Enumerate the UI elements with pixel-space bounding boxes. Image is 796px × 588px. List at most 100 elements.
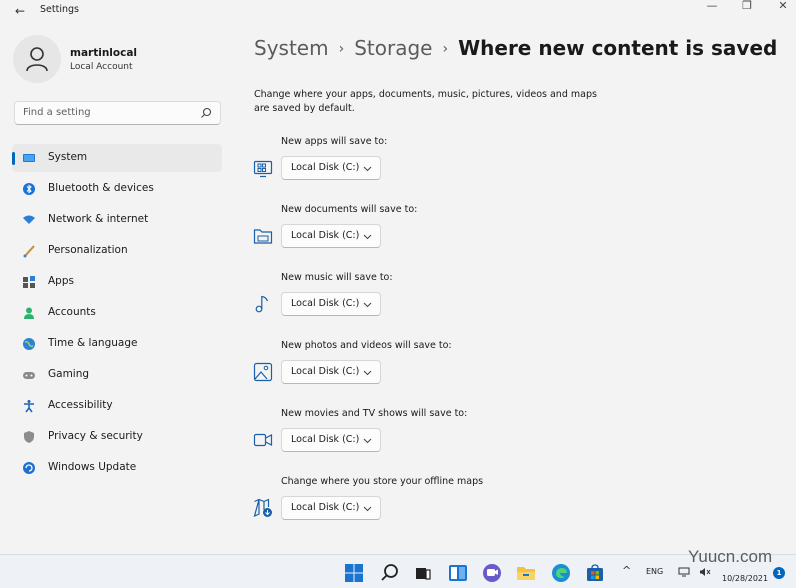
sidebar-item-label: Gaming [48,368,90,380]
widgets-icon[interactable] [448,563,468,583]
documents-save-label: New documents will save to: [281,204,418,215]
gamepad-icon [23,372,35,379]
sidebar-item-personalization[interactable]: Personalization [12,237,222,265]
sidebar-item-label: System [48,151,88,163]
user-icon [26,47,48,72]
taskbar: ^ ENG 10/28/2021 1 [0,554,796,588]
sidebar-item-accounts[interactable]: Accounts [12,299,222,327]
update-icon [23,462,35,474]
sidebar-item-label: Accessibility [48,399,113,411]
chevron-down-icon [363,370,372,376]
shield-icon [24,431,34,443]
sidebar-item-system[interactable]: System [12,144,222,172]
task-view-icon[interactable] [413,563,433,583]
language-indicator[interactable]: ENG [646,567,663,576]
search-icon [201,107,212,118]
sidebar-item-label: Personalization [48,244,128,256]
apps-location-dropdown[interactable]: Local Disk (C:) [281,156,381,180]
close-button[interactable]: ✕ [765,0,796,14]
maximize-button[interactable]: ❐ [729,0,765,14]
bluetooth-icon [23,183,35,195]
account-type: Local Account [70,62,133,72]
sidebar-item-windows-update[interactable]: Windows Update [12,454,222,482]
breadcrumb-system[interactable]: System [254,36,329,60]
dropdown-value: Local Disk (C:) [291,434,360,445]
file-explorer-icon[interactable] [516,563,536,583]
dropdown-value: Local Disk (C:) [291,366,360,377]
sidebar-item-time-language[interactable]: Time & language [12,330,222,358]
sidebar-item-label: Bluetooth & devices [48,182,154,194]
chevron-down-icon [363,506,372,512]
dropdown-value: Local Disk (C:) [291,502,360,513]
photo-icon [253,362,273,382]
breadcrumb-separator: › [338,41,345,57]
back-button[interactable]: ← [10,2,30,20]
sidebar-item-accessibility[interactable]: Accessibility [12,392,222,420]
photos-save-label: New photos and videos will save to: [281,340,452,351]
sidebar-item-apps[interactable]: Apps [12,268,222,296]
user-name: martinlocal [70,47,138,59]
accessibility-icon [24,400,34,413]
apps-save-label: New apps will save to: [281,136,388,147]
clock-date[interactable]: 10/28/2021 [722,574,768,583]
sidebar-item-gaming[interactable]: Gaming [12,361,222,389]
sidebar-item-privacy[interactable]: Privacy & security [12,423,222,451]
tray-overflow-button[interactable]: ^ [622,564,631,577]
music-location-dropdown[interactable]: Local Disk (C:) [281,292,381,316]
dropdown-value: Local Disk (C:) [291,230,360,241]
apps-icon [23,276,35,288]
page-description: Change where your apps, documents, music… [254,89,597,114]
sidebar-item-label: Accounts [48,306,96,318]
maps-save-label: Change where you store your offline maps [281,476,484,487]
search-input[interactable]: Find a setting [14,101,221,125]
minimize-button[interactable]: — [694,0,730,14]
edge-icon[interactable] [551,563,571,583]
music-note-icon [255,295,269,313]
photos-location-dropdown[interactable]: Local Disk (C:) [281,360,381,384]
sidebar-item-label: Time & language [48,337,138,349]
sidebar-item-label: Network & internet [48,213,149,225]
start-icon[interactable] [344,563,364,583]
folder-icon [253,229,273,244]
volume-muted-icon[interactable] [699,567,711,577]
selection-indicator [12,152,15,165]
chevron-down-icon [363,302,372,308]
watermark: Yuucn.com [688,547,773,566]
sidebar-item-label: Privacy & security [48,430,143,442]
store-icon[interactable] [585,563,605,583]
globe-icon [23,338,35,350]
avatar[interactable] [13,35,61,83]
movies-save-label: New movies and TV shows will save to: [281,408,468,419]
chevron-down-icon [363,166,372,172]
search-placeholder: Find a setting [23,107,91,118]
breadcrumb-storage[interactable]: Storage [354,36,432,60]
music-save-label: New music will save to: [281,272,393,283]
video-camera-icon [253,433,273,447]
notification-badge[interactable]: 1 [773,567,785,579]
dropdown-value: Local Disk (C:) [291,162,360,173]
page-title: Where new content is saved [458,36,778,60]
accounts-icon [24,307,34,319]
documents-location-dropdown[interactable]: Local Disk (C:) [281,224,381,248]
movies-location-dropdown[interactable]: Local Disk (C:) [281,428,381,452]
breadcrumb-separator: › [442,41,449,57]
chevron-down-icon [363,438,372,444]
search-icon[interactable] [380,563,400,583]
maps-location-dropdown[interactable]: Local Disk (C:) [281,496,381,520]
network-icon [23,215,35,224]
apps-save-icon [253,160,273,178]
dropdown-value: Local Disk (C:) [291,298,360,309]
chevron-down-icon [363,234,372,240]
brush-icon [23,245,35,258]
sidebar-item-bluetooth[interactable]: Bluetooth & devices [12,175,222,203]
sidebar-item-network[interactable]: Network & internet [12,206,222,234]
sidebar-item-label: Windows Update [48,461,137,473]
system-icon [23,154,35,162]
title-bar: ← Settings — ❐ ✕ [0,0,796,22]
breadcrumb: System › Storage › Where new content is save… [254,36,777,60]
network-status-icon[interactable] [678,567,690,577]
chat-icon[interactable] [482,563,502,583]
map-download-icon [253,498,272,518]
sidebar-item-label: Apps [48,275,74,287]
app-title: Settings [40,4,79,15]
